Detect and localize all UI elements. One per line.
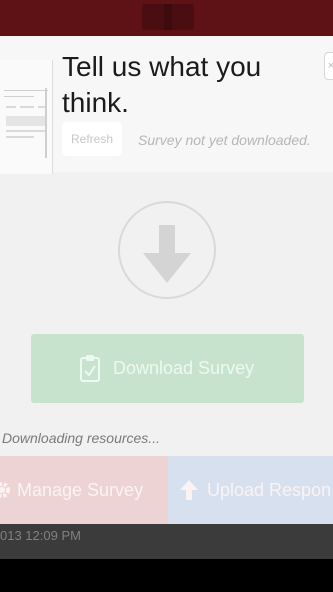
close-button[interactable]: ×: [324, 52, 333, 80]
download-survey-button[interactable]: Download Survey: [31, 334, 304, 403]
download-status-note: Survey not yet downloaded.: [138, 132, 311, 148]
clipboard-icon: [80, 355, 100, 382]
manage-survey-label: Manage Survey: [17, 480, 144, 500]
footer-bar: 013 12:09 PM: [0, 524, 333, 559]
close-icon: ×: [328, 60, 333, 72]
download-arrow-button[interactable]: [118, 201, 216, 299]
download-survey-label: Download Survey: [113, 358, 255, 378]
manage-survey-button[interactable]: Manage Survey: [0, 456, 168, 524]
survey-thumbnail: [0, 60, 53, 174]
last-updated-timestamp: 013 12:09 PM: [0, 528, 81, 543]
download-arrow-icon: [143, 225, 191, 283]
gear-icon: [0, 482, 10, 498]
refresh-button[interactable]: Refresh: [62, 122, 122, 156]
survey-sheet: Tell us what you think. × Refresh Survey…: [0, 36, 333, 524]
survey-title: Tell us what you think.: [62, 51, 262, 118]
arrow-up-icon: [180, 480, 198, 500]
progress-status: Downloading resources...: [2, 430, 160, 446]
top-bar-handle: [142, 4, 194, 30]
survey-header: Tell us what you think. × Refresh Survey…: [0, 36, 333, 174]
top-bar: [0, 0, 333, 36]
upload-responses-label: Upload Respon: [207, 480, 332, 500]
upload-responses-button[interactable]: Upload Respon: [168, 456, 333, 524]
